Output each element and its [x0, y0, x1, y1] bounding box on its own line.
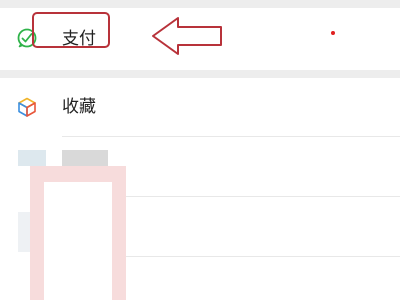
- menu-item-favorites[interactable]: 收藏: [0, 78, 400, 136]
- notification-dot: [331, 31, 335, 35]
- pixelated-region: [18, 150, 46, 166]
- favorites-cube-icon: [16, 96, 38, 118]
- pixelated-region: [44, 182, 112, 300]
- settings-screen: 支付 收藏: [0, 0, 400, 300]
- divider: [62, 136, 400, 137]
- section-gap: [0, 0, 400, 8]
- section-gap: [0, 70, 400, 78]
- annotation-arrow-icon: [152, 17, 222, 55]
- menu-item-label: 收藏: [62, 97, 96, 117]
- annotation-highlight-box: [32, 12, 110, 48]
- pixelated-region: [18, 212, 30, 252]
